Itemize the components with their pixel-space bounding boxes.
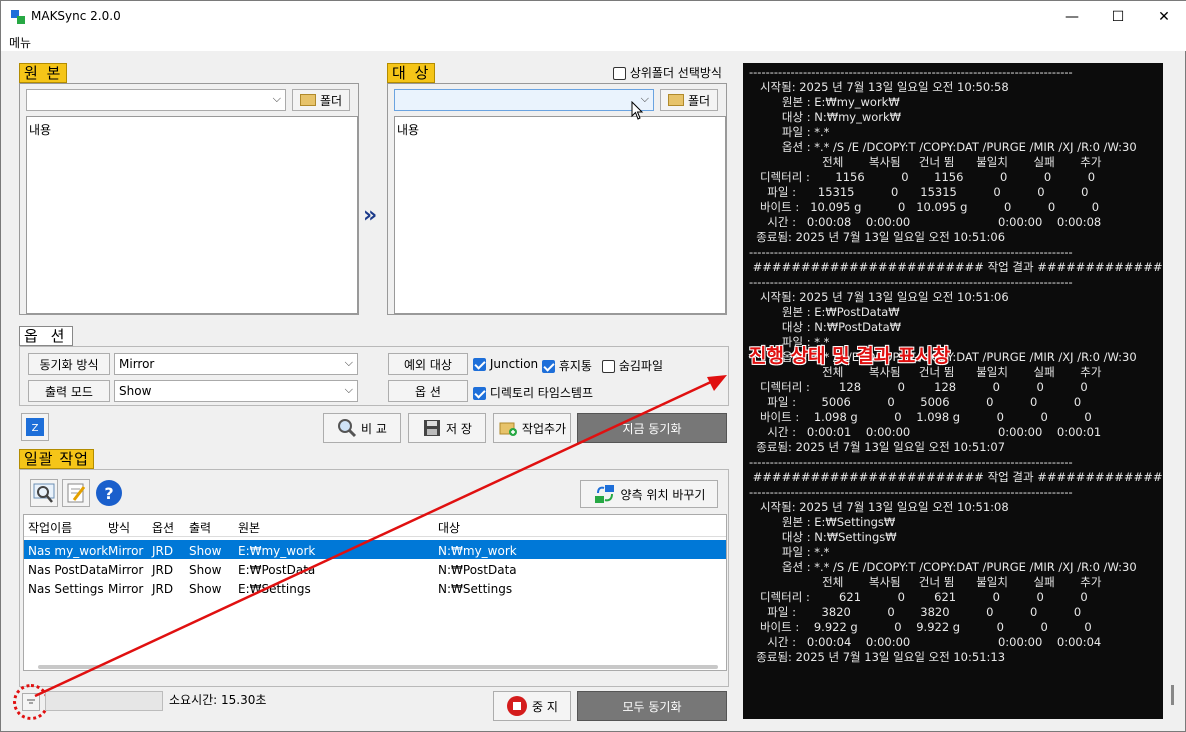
batch-edit-button[interactable] (62, 479, 90, 507)
minimize-icon: — (1065, 9, 1079, 25)
compare-button[interactable]: 비 교 (323, 413, 401, 443)
maximize-button[interactable]: ☐ (1095, 1, 1141, 33)
app-window: MAKSync 2.0.0 — ☐ ✕ 메뉴 원 본 ⌵ 폴더 내용 » 대 상… (0, 0, 1186, 732)
target-tag: 대 상 (387, 63, 436, 83)
exclude-button[interactable]: 예외 대상 (388, 353, 468, 375)
search-icon (33, 483, 55, 503)
dir-timestamp-checkbox[interactable] (473, 387, 486, 400)
batch-tag: 일괄 작업 (19, 449, 94, 469)
column-header[interactable]: 출력 (189, 519, 211, 536)
app-logo-icon (11, 10, 25, 24)
add-job-button[interactable]: 작업추가 (493, 413, 571, 443)
recycle-checkbox[interactable] (542, 360, 555, 373)
target-folder-button[interactable]: 폴더 (660, 89, 718, 111)
column-header[interactable]: 옵션 (152, 519, 174, 536)
target-content-box[interactable]: 내용 (394, 116, 726, 314)
sync-mode-button[interactable]: 동기화 방식 (28, 353, 110, 375)
swap-sides-button[interactable]: 양측 위치 바꾸기 (580, 480, 718, 508)
window-title: MAKSync 2.0.0 (31, 9, 121, 23)
help-icon[interactable]: ? (96, 480, 122, 506)
close-icon: ✕ (1158, 9, 1170, 25)
horizontal-scrollbar[interactable] (38, 665, 718, 669)
source-path-combo[interactable]: ⌵ (26, 89, 286, 111)
batch-jobs-table[interactable]: 작업이름 방식 옵션 출력 원본 대상 Nas my_work Mirror J… (23, 514, 727, 671)
chevron-down-icon: ⌵ (272, 92, 281, 105)
sync-all-button[interactable]: 모두 동기화 (577, 691, 727, 721)
batch-search-button[interactable] (30, 479, 58, 507)
floppy-disk-icon (424, 420, 441, 436)
options-tag: 옵 션 (19, 326, 74, 346)
source-content-box[interactable]: 내용 (26, 116, 358, 314)
menu-item-main[interactable]: 메뉴 (9, 34, 31, 51)
table-row[interactable]: Nas Settings Mirror JRD Show E:₩Settings… (24, 578, 726, 597)
swap-icon (594, 485, 614, 503)
list-icon (27, 699, 35, 704)
mouse-cursor-icon (631, 101, 644, 120)
sync-mode-select[interactable]: Mirror ⌵ (114, 353, 358, 375)
console-scrollbar[interactable] (1171, 685, 1174, 705)
annotation-label: 진행 상태 및 결과 표시창 (749, 345, 951, 367)
close-button[interactable]: ✕ (1141, 1, 1186, 33)
parent-folder-option[interactable]: 상위폴더 선택방식 (613, 64, 722, 81)
log-toggle-button[interactable] (22, 693, 40, 711)
chevron-down-icon: ⌵ (344, 383, 353, 396)
result-console[interactable]: ----------------------------------------… (743, 63, 1163, 719)
folder-icon (299, 94, 316, 106)
save-button[interactable]: 저 장 (408, 413, 486, 443)
zip-icon: Z (26, 418, 44, 436)
elapsed-time: 소요시간: 15.30초 (169, 693, 267, 707)
junction-checkbox[interactable] (473, 358, 486, 371)
robocopy-options-button[interactable]: 옵 션 (388, 380, 468, 402)
edit-note-icon (67, 483, 86, 503)
source-tag: 원 본 (19, 63, 68, 83)
column-header[interactable]: 방식 (108, 519, 130, 536)
dir-timestamp-option[interactable]: 디렉토리 타임스템프 (473, 384, 593, 401)
sync-now-button[interactable]: 지금 동기화 (577, 413, 727, 443)
parent-folder-checkbox[interactable] (613, 67, 626, 80)
hidden-files-option[interactable]: 숨김파일 (602, 357, 663, 374)
recycle-option[interactable]: 휴지통 (542, 357, 592, 374)
progress-bar (45, 691, 163, 711)
menu-bar: 메뉴 (1, 33, 1186, 51)
column-header[interactable]: 원본 (238, 519, 260, 536)
table-row[interactable]: Nas PostData Mirror JRD Show E:₩PostData… (24, 559, 726, 578)
table-row[interactable]: Nas my_work Mirror JRD Show E:₩my_work N… (24, 540, 726, 559)
magnifier-icon (338, 419, 357, 438)
column-header[interactable]: 작업이름 (28, 519, 72, 536)
direction-arrow-icon: » (363, 203, 378, 228)
output-mode-button[interactable]: 출력 모드 (28, 380, 110, 402)
hidden-files-checkbox[interactable] (602, 360, 615, 373)
maximize-icon: ☐ (1111, 9, 1125, 25)
svg-text:Z: Z (32, 423, 39, 434)
output-mode-select[interactable]: Show ⌵ (114, 380, 358, 402)
column-header[interactable]: 대상 (438, 519, 460, 536)
source-folder-button[interactable]: 폴더 (292, 89, 350, 111)
target-panel: ⌵ 폴더 내용 (387, 83, 727, 315)
stop-button[interactable]: 중 지 (493, 691, 571, 721)
target-path-combo[interactable]: ⌵ (394, 89, 654, 111)
folder-icon (667, 94, 684, 106)
junction-option[interactable]: Junction (473, 357, 538, 371)
source-panel: ⌵ 폴더 내용 (19, 83, 359, 315)
table-header: 작업이름 방식 옵션 출력 원본 대상 (24, 515, 726, 537)
add-folder-icon (499, 422, 517, 436)
title-bar[interactable]: MAKSync 2.0.0 — ☐ ✕ (1, 1, 1186, 33)
stop-icon (507, 696, 528, 716)
minimize-button[interactable]: — (1049, 1, 1095, 33)
chevron-down-icon: ⌵ (344, 356, 353, 369)
zip-button[interactable]: Z (21, 413, 49, 441)
options-panel: 동기화 방식 Mirror ⌵ 출력 모드 Show ⌵ 예외 대상 옵 션 J… (19, 346, 729, 406)
